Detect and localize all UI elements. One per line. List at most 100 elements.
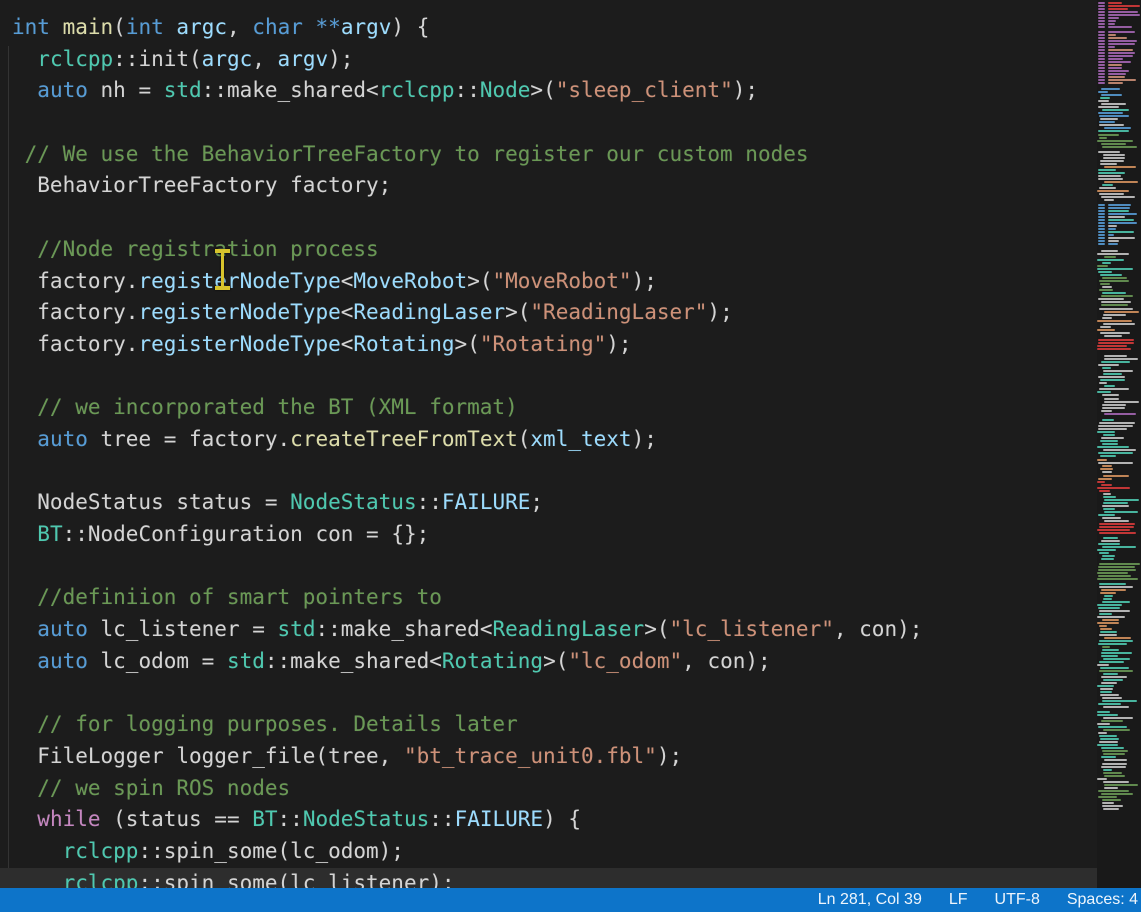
code-token: rclcpp bbox=[379, 78, 455, 102]
code-line[interactable] bbox=[0, 456, 1097, 488]
minimap-line bbox=[1102, 465, 1112, 467]
minimap-line bbox=[1101, 756, 1116, 758]
code-line[interactable]: //Node registration process bbox=[0, 234, 1097, 266]
minimap-line bbox=[1097, 329, 1115, 331]
code-token: ); bbox=[707, 300, 732, 324]
code-line[interactable]: // We use the BehaviorTreeFactory to reg… bbox=[0, 139, 1097, 171]
code-line[interactable]: auto nh = std::make_shared<rclcpp::Node>… bbox=[0, 75, 1097, 107]
code-token: ); bbox=[632, 269, 657, 293]
minimap-line bbox=[1108, 213, 1137, 215]
minimap-line bbox=[1098, 452, 1133, 454]
code-editor[interactable]: int main(int argc, char **argv) { rclcpp… bbox=[0, 0, 1141, 888]
code-line[interactable]: factory.registerNodeType<ReadingLaser>("… bbox=[0, 297, 1097, 329]
code-token: , con); bbox=[682, 649, 771, 673]
code-line[interactable]: auto lc_odom = std::make_shared<Rotating… bbox=[0, 646, 1097, 678]
code-line[interactable]: auto tree = factory.createTreeFromText(x… bbox=[0, 424, 1097, 456]
code-token: "sleep_client" bbox=[556, 78, 733, 102]
code-token: //Node registration process bbox=[12, 237, 379, 261]
code-line[interactable]: // we spin ROS nodes bbox=[0, 773, 1097, 805]
minimap-line bbox=[1102, 317, 1112, 319]
minimap-line bbox=[1099, 193, 1124, 195]
code-token bbox=[12, 427, 37, 451]
code-line[interactable]: rclcpp::spin_some(lc_odom); bbox=[0, 836, 1097, 868]
minimap-line bbox=[1102, 700, 1137, 702]
minimap-line bbox=[1099, 382, 1107, 384]
code-token: while bbox=[37, 807, 100, 831]
code-line[interactable]: rclcpp::init(argc, argv); bbox=[0, 44, 1097, 76]
minimap-line bbox=[1108, 64, 1122, 66]
ibeam-pointer-icon bbox=[212, 249, 233, 290]
minimap-line bbox=[1103, 154, 1125, 156]
code-line[interactable]: NodeStatus status = NodeStatus::FAILURE; bbox=[0, 487, 1097, 519]
status-cursor-position[interactable]: Ln 281, Col 39 bbox=[818, 891, 922, 909]
code-line[interactable]: auto lc_listener = std::make_shared<Read… bbox=[0, 614, 1097, 646]
minimap-line bbox=[1108, 67, 1122, 69]
minimap-line bbox=[1097, 320, 1132, 322]
minimap-line bbox=[1098, 231, 1105, 233]
minimap-line bbox=[1108, 61, 1131, 63]
minimap-line bbox=[1098, 376, 1125, 378]
minimap-line bbox=[1099, 280, 1129, 282]
code-token: ::NodeConfiguration con = {}; bbox=[63, 522, 430, 546]
code-line[interactable]: factory.registerNodeType<MoveRobot>("Mov… bbox=[0, 266, 1097, 298]
code-line[interactable] bbox=[0, 677, 1097, 709]
code-line[interactable]: rclcpp::spin_some(lc_listener); bbox=[0, 868, 1097, 888]
minimap-line bbox=[1098, 43, 1105, 45]
code-area[interactable]: int main(int argc, char **argv) { rclcpp… bbox=[0, 0, 1097, 888]
minimap-line bbox=[1103, 808, 1119, 810]
minimap-line bbox=[1108, 70, 1129, 72]
minimap-line bbox=[1098, 134, 1119, 136]
code-token: //definiion of smart pointers to bbox=[12, 585, 442, 609]
minimap-line bbox=[1099, 187, 1116, 189]
minimap-line bbox=[1102, 404, 1126, 406]
minimap-line bbox=[1103, 753, 1125, 755]
status-indentation[interactable]: Spaces: 4 bbox=[1067, 891, 1138, 909]
minimap-line bbox=[1098, 342, 1134, 344]
minimap-line bbox=[1100, 283, 1110, 285]
minimap-line bbox=[1102, 146, 1137, 148]
code-token: createTreeFromText bbox=[290, 427, 518, 451]
code-token: Rotating bbox=[353, 332, 454, 356]
code-line[interactable] bbox=[0, 361, 1097, 393]
minimap-line bbox=[1108, 204, 1131, 206]
code-line[interactable] bbox=[0, 107, 1097, 139]
minimap-line bbox=[1098, 796, 1117, 798]
code-line[interactable]: // we incorporated the BT (XML format) bbox=[0, 392, 1097, 424]
minimap-line bbox=[1108, 210, 1129, 212]
status-eol[interactable]: LF bbox=[949, 891, 968, 909]
minimap-line bbox=[1098, 210, 1105, 212]
minimap-line bbox=[1098, 58, 1105, 60]
status-encoding[interactable]: UTF-8 bbox=[995, 891, 1040, 909]
minimap-line bbox=[1103, 537, 1118, 539]
code-line[interactable]: // for logging purposes. Details later bbox=[0, 709, 1097, 741]
code-line[interactable]: while (status == BT::NodeStatus::FAILURE… bbox=[0, 804, 1097, 836]
code-line[interactable]: factory.registerNodeType<Rotating>("Rota… bbox=[0, 329, 1097, 361]
code-token: "lc_listener" bbox=[670, 617, 834, 641]
minimap-line bbox=[1099, 552, 1109, 554]
code-token: < bbox=[341, 332, 354, 356]
code-line[interactable]: //definiion of smart pointers to bbox=[0, 582, 1097, 614]
minimap[interactable] bbox=[1097, 0, 1141, 888]
minimap-line bbox=[1098, 298, 1124, 300]
code-line[interactable] bbox=[0, 202, 1097, 234]
code-line[interactable]: int main(int argc, char **argv) { bbox=[0, 12, 1097, 44]
minimap-line bbox=[1102, 419, 1114, 421]
code-token: // We use the BehaviorTreeFactory to reg… bbox=[12, 142, 809, 166]
minimap-line bbox=[1102, 262, 1111, 264]
code-line[interactable]: BT::NodeConfiguration con = {}; bbox=[0, 519, 1097, 551]
code-token: ::init( bbox=[113, 47, 202, 71]
minimap-line bbox=[1098, 213, 1105, 215]
code-token: lc_listener = bbox=[88, 617, 278, 641]
minimap-line bbox=[1102, 619, 1119, 621]
minimap-line bbox=[1097, 459, 1107, 461]
code-token: int bbox=[126, 15, 164, 39]
code-line[interactable]: FileLogger logger_file(tree, "bt_trace_u… bbox=[0, 741, 1097, 773]
code-line[interactable]: BehaviorTreeFactory factory; bbox=[0, 170, 1097, 202]
minimap-line bbox=[1104, 759, 1127, 761]
minimap-line bbox=[1102, 763, 1127, 765]
code-line[interactable] bbox=[0, 551, 1097, 583]
minimap-line bbox=[1102, 277, 1127, 279]
minimap-line bbox=[1098, 207, 1105, 209]
code-token bbox=[50, 15, 63, 39]
minimap-line bbox=[1100, 379, 1125, 381]
